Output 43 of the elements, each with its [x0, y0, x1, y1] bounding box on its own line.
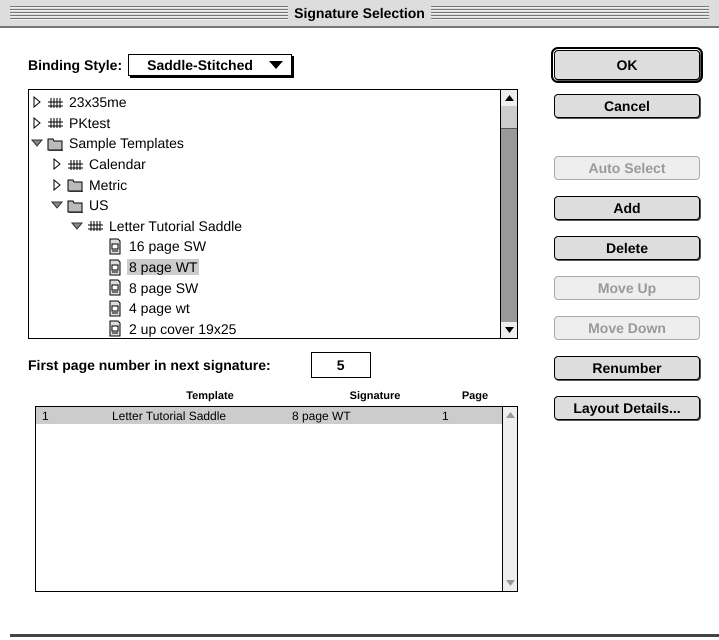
expanded-triangle-icon[interactable] [71, 220, 83, 232]
collapsed-triangle-icon[interactable] [51, 178, 63, 191]
scroll-down-arrow-icon[interactable] [504, 327, 514, 333]
table-cell-text: 1 [42, 408, 50, 422]
collapsed-triangle-icon[interactable] [31, 96, 43, 108]
default-button[interactable]: OK [554, 50, 700, 80]
action-button[interactable]: Delete [554, 236, 700, 260]
tree-item[interactable]: Metric [87, 176, 130, 193]
action-button[interactable]: Add [554, 196, 700, 220]
table-cell-text: Letter Tutorial Saddle [112, 408, 228, 422]
tree-item[interactable]: 23x35me [67, 94, 129, 110]
window-title: Signature Selection [294, 5, 425, 21]
action-button[interactable]: Renumber [554, 356, 700, 380]
column-header: Page [460, 390, 490, 402]
scroll-thumb[interactable] [501, 106, 517, 129]
tree-item[interactable]: 4 page wt [127, 300, 192, 316]
collapsed-triangle-icon[interactable] [31, 116, 43, 129]
first-page-field[interactable]: 5 [310, 352, 371, 378]
scrollbar[interactable] [500, 90, 517, 338]
tree-item[interactable]: Calendar [87, 156, 148, 172]
tree-item[interactable]: PKtest [67, 114, 112, 131]
table-cell-text: 8 page WT [292, 408, 352, 422]
scroll-up-arrow-icon[interactable] [504, 95, 514, 101]
caret-icon [268, 61, 283, 69]
first-page-label: First page number in next signature: [28, 357, 271, 373]
tree-item[interactable]: 8 page WT [127, 259, 200, 276]
tree-item[interactable]: 16 page SW [127, 238, 208, 254]
binding-style-label: Binding Style: [28, 57, 122, 73]
expanded-triangle-icon[interactable] [51, 199, 63, 212]
action-button[interactable]: Layout Details... [554, 396, 700, 420]
column-header: Template [185, 390, 235, 402]
expanded-triangle-icon[interactable] [31, 137, 43, 150]
tree-item[interactable]: 8 page SW [127, 280, 200, 296]
dialog-button[interactable]: Cancel [554, 94, 700, 118]
collapsed-triangle-icon[interactable] [51, 158, 63, 170]
table-cell-text: 1 [442, 408, 450, 422]
tree-item[interactable]: 2 up cover 19x25 [127, 320, 238, 337]
tree-item[interactable]: Letter Tutorial Saddle [107, 218, 244, 234]
column-header: Signature [348, 390, 402, 402]
table-row[interactable]: 1 Letter Tutorial Saddle 8 page WT 1 [36, 407, 502, 424]
tree-item[interactable]: US [87, 197, 110, 214]
binding-style-dropdown[interactable]: Saddle-Stitched [128, 54, 292, 76]
tree-item[interactable]: Sample Templates [67, 135, 186, 152]
